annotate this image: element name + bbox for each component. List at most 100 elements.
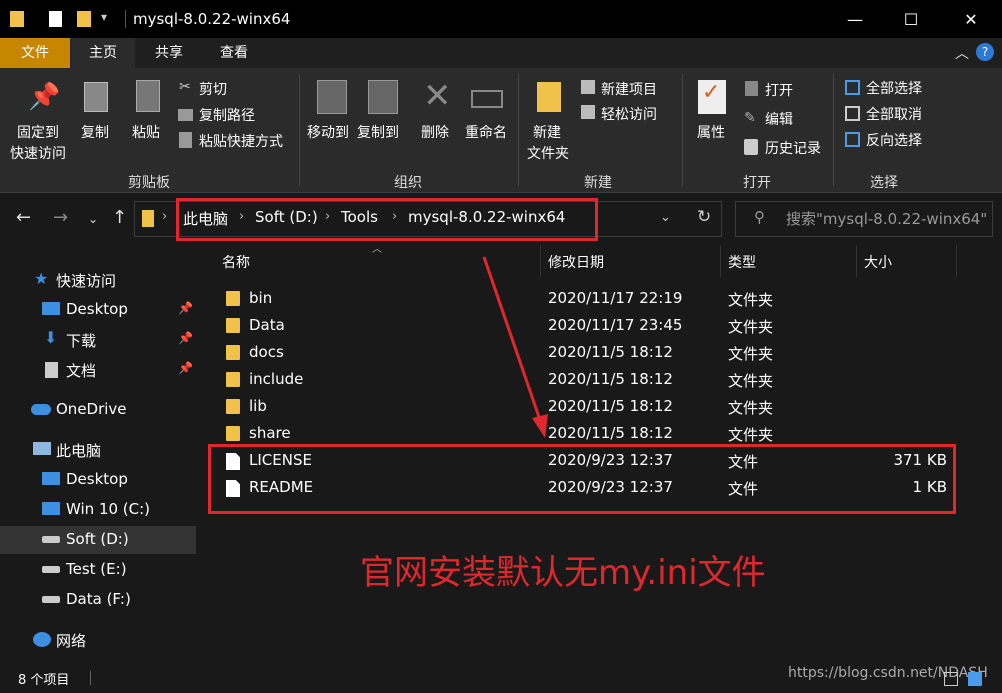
select-all-icon <box>845 80 860 95</box>
pin-to-quick-access-label-2[interactable]: 快速访问 <box>10 143 66 163</box>
back-button[interactable]: ← <box>16 207 31 228</box>
desktop-icon <box>42 472 60 485</box>
new-item-button[interactable]: 新建项目 <box>601 79 657 99</box>
folder-icon <box>226 291 240 306</box>
select-none-button[interactable]: 全部取消 <box>866 104 922 124</box>
delete-button[interactable]: 删除 <box>421 122 449 142</box>
copy-icon <box>84 82 108 112</box>
search-input[interactable]: 搜索"mysql-8.0.22-winx64" <box>786 208 987 229</box>
folder-icon <box>226 426 240 441</box>
group-clipboard: 剪贴板 <box>128 175 170 191</box>
sidebar-item-desktop-pinned[interactable]: Desktop 📌 <box>0 296 196 324</box>
column-header-size[interactable]: 大小 <box>864 252 892 272</box>
invert-selection-button[interactable]: 反向选择 <box>866 130 922 150</box>
tab-view[interactable]: 查看 <box>205 38 263 68</box>
pin-icon[interactable]: 📌 <box>178 301 193 315</box>
copy-path-button[interactable]: 复制路径 <box>199 105 255 125</box>
details-view-icon[interactable] <box>944 672 958 686</box>
status-divider <box>90 671 91 685</box>
column-header-date[interactable]: 修改日期 <box>548 252 604 272</box>
sidebar-item-this-pc[interactable]: 此电脑 <box>0 436 196 464</box>
sidebar-item-quick-access[interactable]: ★ 快速访问 <box>0 266 196 294</box>
customize-quick-access-icon[interactable]: ▾ <box>101 10 107 24</box>
sidebar-item-network[interactable]: 网络 <box>0 626 196 654</box>
ribbon: 📌 固定到 快速访问 复制 粘贴 ✂ 剪切 复制路径 粘贴快捷方式 剪贴板 移动… <box>0 68 1002 193</box>
copy-button[interactable]: 复制 <box>81 122 109 142</box>
file-type: 文件夹 <box>728 372 774 390</box>
windows-drive-icon <box>42 502 60 515</box>
sidebar-label: 此电脑 <box>56 442 102 460</box>
sidebar-item-drive-c[interactable]: Win 10 (C:) <box>0 496 196 524</box>
search-icon: ⚲ <box>754 208 765 226</box>
select-all-button[interactable]: 全部选择 <box>866 78 922 98</box>
large-icons-view-icon[interactable] <box>968 672 982 686</box>
open-button[interactable]: 打开 <box>765 80 793 100</box>
sidebar-item-downloads[interactable]: ⬇ 下载 📌 <box>0 326 196 354</box>
properties-icon[interactable] <box>49 11 62 27</box>
sidebar-item-documents[interactable]: 文档 📌 <box>0 356 196 384</box>
annotation-box-address <box>176 198 598 241</box>
refresh-icon[interactable]: ↻ <box>697 207 711 227</box>
annotation-box-files <box>208 444 956 514</box>
address-dropdown-icon[interactable]: ⌄ <box>660 210 671 225</box>
cut-button[interactable]: 剪切 <box>199 79 227 99</box>
column-divider[interactable] <box>856 245 857 277</box>
sidebar-item-drive-e[interactable]: Test (E:) <box>0 556 196 584</box>
pin-to-quick-access-label[interactable]: 固定到 <box>17 122 59 142</box>
column-divider[interactable] <box>720 245 721 277</box>
minimize-button[interactable]: — <box>832 0 878 38</box>
up-button[interactable]: ↑ <box>112 207 127 228</box>
close-button[interactable]: ✕ <box>948 0 994 38</box>
new-folder-button-2[interactable]: 文件夹 <box>527 143 569 163</box>
paste-shortcut-button[interactable]: 粘贴快捷方式 <box>199 131 283 151</box>
sidebar-label: Soft (D:) <box>66 530 129 548</box>
column-divider[interactable] <box>956 245 957 277</box>
sidebar-label: 文档 <box>66 362 97 380</box>
column-divider[interactable] <box>540 245 541 277</box>
copy-to-icon <box>368 80 398 114</box>
edit-button[interactable]: 编辑 <box>765 109 793 129</box>
new-folder-icon <box>537 82 561 112</box>
history-icon <box>744 139 758 155</box>
forward-button[interactable]: → <box>53 207 68 228</box>
sidebar-item-desktop[interactable]: Desktop <box>0 466 196 494</box>
tab-home[interactable]: 主页 <box>71 38 135 68</box>
sidebar-item-drive-d[interactable]: Soft (D:) <box>0 526 196 554</box>
paste-button[interactable]: 粘贴 <box>132 122 160 142</box>
tab-file[interactable]: 文件 <box>0 38 70 68</box>
file-name: Data <box>249 316 285 334</box>
easy-access-button[interactable]: 轻松访问 <box>601 104 657 124</box>
drive-icon <box>42 536 60 543</box>
maximize-button[interactable]: ☐ <box>888 0 934 38</box>
file-date: 2020/11/5 18:12 <box>548 424 673 442</box>
cloud-icon <box>31 404 51 415</box>
move-to-icon <box>317 80 347 114</box>
folder-icon <box>10 11 24 27</box>
sidebar-label: Win 10 (C:) <box>66 500 151 518</box>
file-name: bin <box>249 289 273 307</box>
file-name: share <box>249 424 291 442</box>
help-icon[interactable]: ? <box>976 43 994 61</box>
sidebar-item-drive-f[interactable]: Data (F:) <box>0 586 196 614</box>
file-name: docs <box>249 343 284 361</box>
network-icon <box>33 632 51 647</box>
pin-icon[interactable]: 📌 <box>178 361 193 375</box>
recent-locations-button[interactable]: ⌄ <box>88 212 98 226</box>
rename-button[interactable]: 重命名 <box>465 122 507 142</box>
sort-indicator-icon: ︿ <box>372 244 382 255</box>
new-folder-icon[interactable] <box>77 11 91 27</box>
sidebar-label: 快速访问 <box>56 272 117 290</box>
tab-share[interactable]: 共享 <box>140 38 198 68</box>
move-to-button[interactable]: 移动到 <box>307 122 349 142</box>
column-header-name[interactable]: 名称 <box>222 252 250 272</box>
new-folder-button[interactable]: 新建 <box>533 122 561 142</box>
copy-to-button[interactable]: 复制到 <box>357 122 399 142</box>
desktop-icon <box>42 302 60 315</box>
history-button[interactable]: 历史记录 <box>765 138 821 158</box>
properties-button[interactable]: 属性 <box>697 122 725 142</box>
column-header-type[interactable]: 类型 <box>728 252 756 272</box>
group-open: 打开 <box>743 175 771 191</box>
pin-icon[interactable]: 📌 <box>178 331 193 345</box>
sidebar-item-onedrive[interactable]: OneDrive <box>0 396 196 424</box>
collapse-ribbon-icon[interactable]: ︿ <box>955 43 969 63</box>
